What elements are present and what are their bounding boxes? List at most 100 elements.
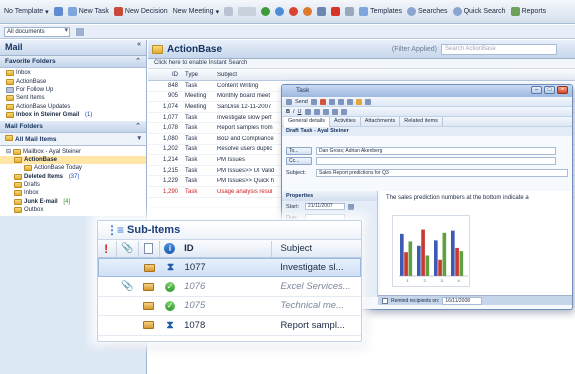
maximize-button[interactable]: □	[544, 86, 555, 94]
print-icon[interactable]	[346, 98, 353, 105]
to-button[interactable]: To...	[286, 147, 312, 155]
indent-icon[interactable]	[340, 108, 347, 115]
favorites-header[interactable]: Favorite Folders ⌃	[0, 56, 146, 68]
templates-button[interactable]: Templates	[359, 7, 402, 16]
properties-icon[interactable]	[317, 7, 327, 16]
properties-header[interactable]: Properties	[282, 191, 377, 201]
chart-tick-label: 2	[424, 278, 427, 283]
tree-actionbase-today[interactable]: ActionBase Today	[0, 164, 146, 172]
attachment-column[interactable]: 📎	[119, 243, 135, 254]
quick-search-button[interactable]: Quick Search	[452, 7, 506, 16]
minimize-button[interactable]: –	[531, 86, 542, 94]
tree-actionbase[interactable]: ActionBase	[0, 155, 146, 165]
task-body[interactable]: The sales prediction numbers at the bott…	[380, 191, 572, 297]
delete-icon[interactable]	[319, 98, 326, 105]
tree-junk-email[interactable]: Junk E-mail [4]	[0, 198, 146, 206]
subject-field[interactable]: Sales Report predictions for Q3	[316, 169, 568, 177]
sub-item-row[interactable]: 📎 ✓ 1076 Excel Services...	[98, 277, 361, 297]
status-column[interactable]: i	[162, 243, 178, 254]
sub-item-row[interactable]: ⧗ 1078 Report sampl...	[98, 316, 361, 336]
delete-icon[interactable]	[331, 7, 341, 16]
start-date-field[interactable]: 21/11/2007	[305, 203, 345, 210]
new-task-button[interactable]: New Task	[67, 7, 109, 16]
address-book-icon[interactable]	[355, 98, 362, 105]
mail-folders-header[interactable]: Mail Folders ⌃	[0, 121, 146, 134]
close-button[interactable]: ×	[557, 86, 568, 94]
numbering-icon[interactable]	[331, 108, 338, 115]
chart-bar	[408, 241, 413, 276]
column-id[interactable]: ID	[178, 243, 269, 254]
attach-icon[interactable]	[328, 98, 335, 105]
row-id: 1,290	[162, 188, 178, 195]
searches-label: Searches	[417, 8, 448, 15]
tab-attachments[interactable]: Attachments	[361, 116, 401, 127]
reports-button[interactable]: Reports	[510, 7, 546, 16]
tree-deleted-items[interactable]: Deleted Items (37)	[0, 173, 146, 181]
cc-button[interactable]: Cc...	[286, 157, 312, 165]
importance-column[interactable]: !	[98, 242, 114, 256]
task-window-titlebar[interactable]: Task – □ ×	[282, 85, 572, 97]
tree-inbox[interactable]: Inbox	[0, 189, 146, 197]
favorite-steiner-gmail[interactable]: Inbox in Steiner Gmail (1)	[0, 111, 146, 119]
new-meeting-button[interactable]: New Meeting ▾	[173, 8, 219, 16]
column-subject[interactable]: Subject	[274, 243, 361, 254]
new-item-icon[interactable]	[53, 7, 63, 16]
favorite-inbox[interactable]: Inbox	[0, 69, 146, 77]
flag-icon[interactable]	[303, 7, 313, 16]
search-icon	[406, 7, 416, 16]
new-decision-button[interactable]: New Decision	[113, 7, 168, 16]
search-input[interactable]: Search ActionBase	[441, 43, 557, 55]
instant-search-banner[interactable]: Click here to enable Instant Search	[148, 59, 575, 69]
chevron-down-icon[interactable]: ▾	[137, 134, 141, 142]
print-icon[interactable]	[345, 7, 355, 16]
collapse-tree-icon[interactable]: ⊟	[6, 148, 11, 155]
tab-related-items[interactable]: Related items	[400, 116, 443, 127]
favorite-actionbase[interactable]: ActionBase	[0, 77, 146, 85]
combo-action-icon[interactable]	[76, 27, 84, 36]
column-id[interactable]: ID	[148, 72, 182, 78]
no-template-label: No Template	[4, 8, 44, 15]
cc-field[interactable]	[316, 157, 556, 165]
collapse-icon[interactable]: «	[137, 41, 141, 48]
type-column[interactable]	[141, 243, 157, 254]
all-mail-items[interactable]: All Mail Items ▾	[0, 133, 146, 147]
save-icon[interactable]	[310, 98, 317, 105]
sub-item-row[interactable]: ✓ 1075 Technical me...	[98, 297, 361, 317]
tab-activities[interactable]: Activities	[330, 116, 361, 127]
column-subject[interactable]: Subject	[214, 72, 274, 78]
bold-icon[interactable]: B	[286, 109, 290, 115]
tree-mailbox[interactable]: ⊟ Mailbox - Ayal Steiner	[0, 147, 146, 155]
to-field[interactable]: Dan Gross; Adrian Akenberg	[316, 147, 556, 155]
chart-bar	[455, 247, 459, 276]
tab-general-details[interactable]: General details	[284, 116, 330, 127]
no-template-dropdown[interactable]: No Template ▾	[4, 8, 49, 16]
check-names-icon[interactable]	[364, 98, 371, 105]
chevron-up-icon[interactable]: ⌃	[135, 122, 141, 130]
tree-drafts[interactable]: Drafts	[0, 181, 146, 189]
complete-icon[interactable]	[261, 7, 271, 16]
align-center-icon[interactable]	[313, 108, 320, 115]
documents-combo[interactable]: All documents	[4, 26, 70, 37]
remind-date-field[interactable]: 16/11/2008	[442, 296, 483, 305]
stop-icon[interactable]	[289, 7, 299, 16]
favorite-for-follow-up[interactable]: For Follow Up	[0, 86, 146, 94]
flag-icon[interactable]	[337, 98, 344, 105]
underline-icon[interactable]: U	[298, 109, 302, 115]
row-id: 1,080	[162, 135, 178, 142]
chevron-up-icon[interactable]: ⌃	[135, 57, 141, 65]
favorite-sent-items[interactable]: Sent Items	[0, 94, 146, 102]
column-type[interactable]: Type	[182, 72, 214, 78]
italic-icon[interactable]: I	[293, 109, 295, 115]
remind-checkbox[interactable]	[382, 297, 388, 304]
align-left-icon[interactable]	[304, 108, 311, 115]
favorite-actionbase-updates[interactable]: ActionBase Updates	[0, 103, 146, 111]
send-button[interactable]: Send	[295, 99, 308, 105]
tree-outbox[interactable]: Outbox	[0, 206, 146, 214]
bullets-icon[interactable]	[322, 108, 329, 115]
calendar-icon[interactable]	[348, 203, 354, 210]
row-id: 1,077	[162, 114, 178, 121]
sub-item-row[interactable]: ⧗ 1077 Investigate sl...	[98, 258, 361, 278]
refresh-icon[interactable]	[275, 7, 285, 16]
row-id: 905	[167, 93, 178, 100]
searches-button[interactable]: Searches	[406, 7, 448, 16]
